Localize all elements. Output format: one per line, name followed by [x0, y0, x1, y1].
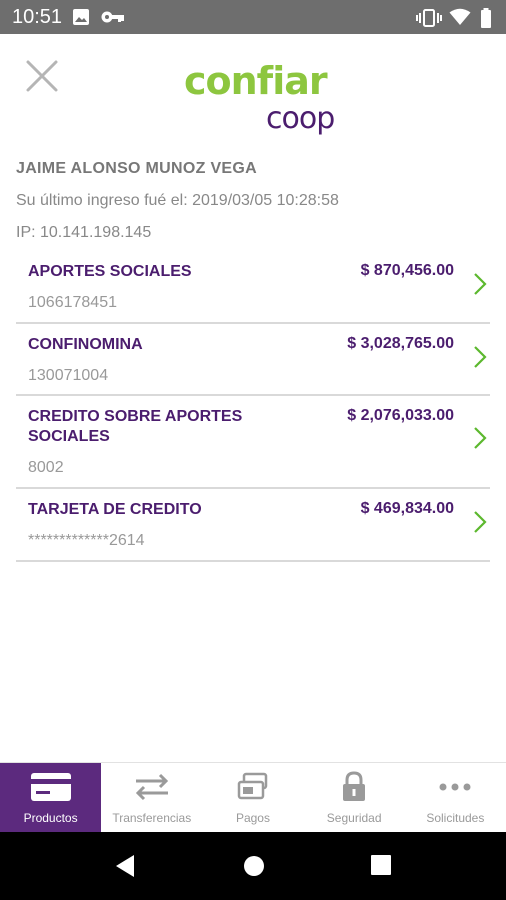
close-button[interactable] — [24, 58, 60, 94]
more-icon — [433, 771, 477, 803]
nav-seguridad[interactable]: Seguridad — [304, 763, 405, 833]
product-name: APORTES SOCIALES — [28, 263, 192, 280]
confiar-logo: confiar coop — [184, 58, 344, 138]
product-name: TARJETA DE CREDITO — [28, 501, 202, 518]
product-amount: $ 469,834.00 — [360, 500, 454, 517]
nav-label: Seguridad — [326, 811, 382, 825]
chevron-right-icon — [474, 346, 487, 368]
product-item-aportes[interactable]: APORTES SOCIALES $ 870,456.00 1066178451 — [16, 256, 490, 324]
nav-productos[interactable]: Productos — [0, 763, 102, 833]
product-amount: $ 2,076,033.00 — [347, 407, 454, 424]
nav-label: Pagos — [235, 811, 270, 825]
chevron-right-icon — [474, 273, 487, 295]
system-nav-bar — [0, 832, 506, 900]
home-icon — [244, 856, 264, 876]
payments-icon — [231, 771, 275, 803]
nav-solicitudes[interactable]: Solicitudes — [405, 763, 506, 833]
product-item-confinomina[interactable]: CONFINOMINA $ 3,028,765.00 130071004 — [16, 329, 490, 396]
status-time: 10:51 — [12, 6, 63, 28]
nav-label: Solicitudes — [426, 811, 485, 825]
wifi-icon — [449, 8, 471, 31]
last-login-text: Su último ingreso fué el: 2019/03/05 10:… — [16, 192, 339, 209]
nav-label: Productos — [23, 811, 78, 825]
product-name: CONFINOMINA — [28, 336, 143, 353]
lock-icon — [332, 771, 376, 803]
product-item-credito-aportes[interactable]: CREDITO SOBRE APORTES SOCIALES $ 2,076,0… — [16, 401, 490, 489]
nav-transferencias[interactable]: Transferencias — [101, 763, 202, 833]
back-icon — [116, 855, 134, 877]
status-bar: 10:51 — [0, 0, 506, 34]
close-icon — [26, 60, 58, 92]
ip-text: IP: 10.141.198.145 — [16, 224, 152, 241]
product-number: *************2614 — [28, 532, 145, 549]
product-name: CREDITO SOBRE APORTES SOCIALES — [28, 408, 243, 445]
image-icon — [72, 8, 90, 31]
nav-label: Transferencias — [112, 811, 192, 825]
chevron-right-icon — [474, 427, 487, 449]
logo-sub: coop — [266, 101, 334, 136]
back-button[interactable] — [114, 854, 136, 883]
product-amount: $ 870,456.00 — [360, 262, 454, 279]
battery-icon — [480, 8, 492, 33]
recents-icon — [371, 855, 391, 875]
product-number: 130071004 — [28, 367, 109, 384]
product-number: 1066178451 — [28, 294, 117, 311]
chevron-right-icon — [474, 511, 487, 533]
recents-button[interactable] — [370, 854, 392, 881]
transfer-icon — [130, 771, 174, 803]
key-icon — [100, 8, 126, 31]
card-icon — [29, 771, 73, 803]
nav-pagos[interactable]: Pagos — [202, 763, 303, 833]
product-number: 8002 — [28, 459, 64, 476]
user-name: JAIME ALONSO MUNOZ VEGA — [16, 160, 257, 177]
vibrate-icon — [416, 8, 442, 33]
product-amount: $ 3,028,765.00 — [347, 335, 454, 352]
bottom-nav: Productos Transferencias Pagos Seguridad… — [0, 762, 506, 833]
product-item-tarjeta[interactable]: TARJETA DE CREDITO $ 469,834.00 ********… — [16, 494, 490, 562]
logo-word: confiar — [184, 59, 328, 103]
home-button[interactable] — [242, 854, 266, 883]
